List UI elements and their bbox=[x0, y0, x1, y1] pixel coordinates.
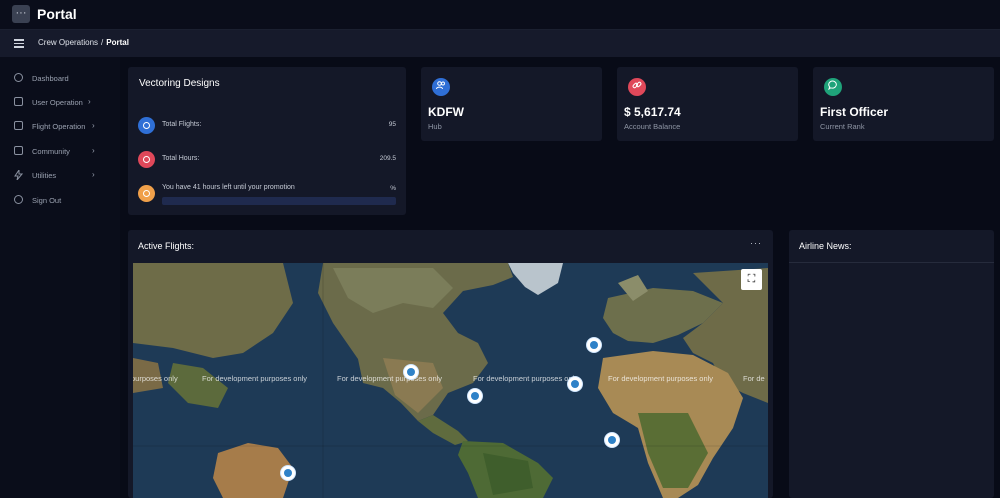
aircraft-marker-icon[interactable] bbox=[567, 376, 583, 392]
rank-card: First Officer Current Rank bbox=[813, 67, 994, 141]
card-title: Active Flights: bbox=[138, 241, 195, 251]
gear-icon bbox=[14, 121, 23, 130]
sidebar-item-dashboard[interactable]: Dashboard bbox=[14, 72, 114, 86]
balance-label: Account Balance bbox=[624, 122, 681, 131]
sidebar-item-utilities[interactable]: Utilities › bbox=[14, 168, 114, 183]
sidebar-item-label: Sign Out bbox=[32, 196, 62, 205]
balance-value: $ 5,617.74 bbox=[624, 105, 681, 119]
total-flights-value: 95 bbox=[388, 121, 396, 128]
map-watermark: For development purposes only bbox=[337, 374, 443, 383]
map-watermark: For development purposes only bbox=[473, 374, 579, 383]
sidebar-item-user-operation[interactable]: User Operation › bbox=[14, 96, 114, 110]
aircraft-marker-icon[interactable] bbox=[280, 465, 296, 481]
app-title: Portal bbox=[37, 6, 77, 22]
flights-icon bbox=[138, 117, 155, 134]
menu-toggle-icon[interactable] bbox=[14, 39, 24, 48]
hub-value: KDFW bbox=[428, 105, 464, 119]
promotion-percent: % bbox=[390, 185, 396, 192]
hub-card: KDFW Hub bbox=[421, 67, 602, 141]
bolt-icon bbox=[14, 168, 24, 181]
aircraft-marker-icon[interactable] bbox=[604, 432, 620, 448]
target-icon bbox=[14, 73, 23, 82]
card-title: Airline News: bbox=[799, 241, 852, 251]
sidebar-item-label: Community bbox=[32, 147, 70, 156]
map-watermark: For development purposes only bbox=[608, 374, 714, 383]
balance-card: $ 5,617.74 Account Balance bbox=[617, 67, 798, 141]
hub-label: Hub bbox=[428, 122, 442, 131]
sidebar-item-label: Utilities bbox=[32, 171, 57, 180]
promotion-progress-bar bbox=[162, 197, 396, 205]
total-hours-row: Total Hours: 209.5 bbox=[138, 151, 396, 171]
breadcrumb-section[interactable]: Crew Operations bbox=[38, 38, 98, 47]
breadcrumb-current: Portal bbox=[106, 38, 129, 47]
map-watermark: For development purposes only bbox=[202, 374, 308, 383]
sidebar-item-flight-operation[interactable]: Flight Operation › bbox=[14, 120, 114, 134]
total-flights-label: Total Flights: bbox=[162, 121, 202, 128]
aircraft-marker-icon[interactable] bbox=[403, 364, 419, 380]
sidebar-item-community[interactable]: Community › bbox=[14, 145, 114, 159]
aircraft-marker-icon[interactable] bbox=[467, 388, 483, 404]
airline-news-card: Airline News: bbox=[789, 230, 994, 498]
vectoring-card: Vectoring Designs Total Flights: 95 Tota… bbox=[128, 67, 406, 215]
rank-value: First Officer bbox=[820, 105, 889, 119]
target-icon bbox=[14, 195, 23, 204]
sidebar-item-label: User Operation bbox=[32, 98, 83, 107]
card-title: Vectoring Designs bbox=[139, 78, 220, 89]
hours-icon bbox=[138, 151, 155, 168]
gear-icon bbox=[14, 97, 23, 106]
more-options-icon[interactable]: ··· bbox=[750, 238, 762, 248]
chat-icon bbox=[824, 78, 842, 96]
sidebar-item-sign-out[interactable]: Sign Out bbox=[14, 194, 114, 208]
sidebar-item-label: Flight Operation bbox=[32, 122, 86, 131]
rank-label: Current Rank bbox=[820, 122, 865, 131]
map-watermark: purposes only bbox=[133, 374, 178, 383]
total-hours-value: 209.5 bbox=[379, 155, 396, 162]
promotion-label: You have 41 hours left until your promot… bbox=[162, 184, 295, 191]
sidebar-item-label: Dashboard bbox=[32, 74, 69, 83]
breadcrumb: Crew Operations / Portal bbox=[38, 38, 129, 47]
breadcrumb-bar: Crew Operations / Portal bbox=[0, 30, 1000, 57]
fullscreen-button[interactable]: ⛶ bbox=[741, 269, 762, 290]
divider bbox=[789, 262, 994, 263]
total-hours-label: Total Hours: bbox=[162, 155, 200, 162]
users-icon bbox=[432, 78, 450, 96]
breadcrumb-separator: / bbox=[101, 38, 104, 47]
active-flights-card: Active Flights: ··· purposes only For de… bbox=[128, 230, 773, 498]
top-bar: ··· Portal bbox=[0, 0, 1000, 30]
chevron-right-icon: › bbox=[92, 170, 95, 179]
promotion-row: You have 41 hours left until your promot… bbox=[138, 184, 396, 205]
link-icon bbox=[628, 78, 646, 96]
aircraft-marker-icon[interactable] bbox=[586, 337, 602, 353]
flight-map[interactable]: purposes only For development purposes o… bbox=[133, 263, 768, 498]
map-watermark: For de bbox=[743, 374, 765, 383]
chevron-right-icon: › bbox=[92, 121, 95, 130]
chevron-right-icon: › bbox=[88, 97, 91, 106]
sidebar: Dashboard User Operation › Flight Operat… bbox=[0, 57, 120, 498]
chevron-right-icon: › bbox=[92, 146, 95, 155]
cube-icon bbox=[14, 146, 23, 155]
promotion-icon bbox=[138, 185, 155, 202]
grid-icon[interactable]: ··· bbox=[12, 5, 30, 23]
total-flights-row: Total Flights: 95 bbox=[138, 117, 396, 137]
